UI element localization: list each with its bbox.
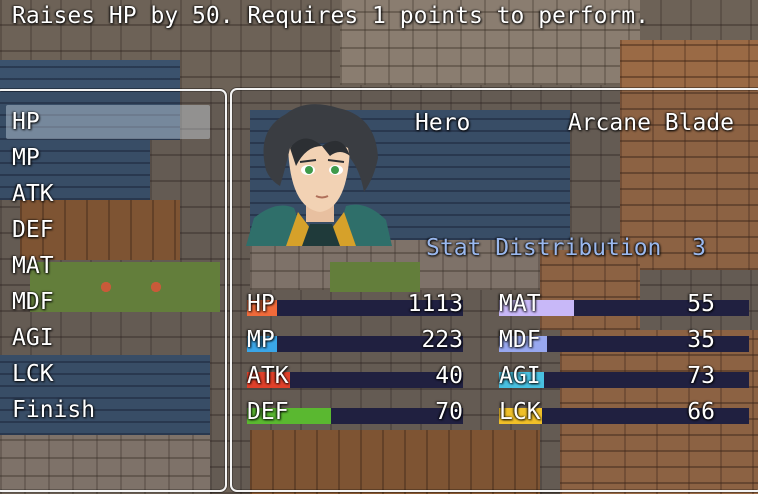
stat-label: MAT: [499, 291, 541, 317]
stat-label: MDF: [499, 327, 541, 353]
command-hp[interactable]: HP: [6, 105, 210, 139]
command-finish[interactable]: Finish: [6, 393, 210, 427]
stat-distribution-points: 3: [692, 235, 706, 261]
command-mat[interactable]: MAT: [6, 249, 210, 283]
command-label: Finish: [12, 397, 96, 423]
command-label: MP: [12, 145, 40, 171]
stat-gauge-mat: MAT 55: [499, 288, 749, 322]
stat-value: 55: [687, 291, 715, 317]
command-def[interactable]: DEF: [6, 213, 210, 247]
stat-label: HP: [247, 291, 275, 317]
stat-gauge-mp: MP 223: [247, 324, 463, 358]
command-label: MAT: [12, 253, 54, 279]
stat-label: ATK: [247, 363, 289, 389]
stat-gauge-agi: AGI 73: [499, 360, 749, 394]
command-label: ATK: [12, 181, 54, 207]
command-label: MDF: [12, 289, 54, 315]
stat-value: 40: [435, 363, 463, 389]
command-atk[interactable]: ATK: [6, 177, 210, 211]
hero-face-portrait-icon: [246, 100, 392, 246]
stat-label: LCK: [499, 399, 541, 425]
stat-gauge-hp: HP 1113: [247, 288, 463, 322]
stat-label: MP: [247, 327, 275, 353]
stat-label: AGI: [499, 363, 541, 389]
command-mdf[interactable]: MDF: [6, 285, 210, 319]
stat-label: DEF: [247, 399, 289, 425]
stat-value: 223: [421, 327, 463, 353]
command-label: LCK: [12, 361, 54, 387]
stat-gauge-mdf: MDF 35: [499, 324, 749, 358]
stat-value: 70: [435, 399, 463, 425]
stat-command-list: HP MP ATK DEF MAT MDF AGI LCK Finish: [0, 0, 240, 423]
command-label: DEF: [12, 217, 54, 243]
portrait-graphic: [246, 104, 392, 246]
stat-distribution-label: Stat Distribution: [426, 235, 662, 261]
stat-value: 35: [687, 327, 715, 353]
stat-value: 1113: [407, 291, 463, 317]
actor-name: Hero: [415, 110, 471, 136]
stat-gauge-lck: LCK 66: [499, 396, 749, 430]
stat-value: 66: [687, 399, 715, 425]
stat-gauge-atk: ATK 40: [247, 360, 463, 394]
stat-gauge-def: DEF 70: [247, 396, 463, 430]
stat-value: 73: [687, 363, 715, 389]
actor-class: Arcane Blade: [567, 110, 734, 136]
command-label: AGI: [12, 325, 54, 351]
command-agi[interactable]: AGI: [6, 321, 210, 355]
command-mp[interactable]: MP: [6, 141, 210, 175]
command-lck[interactable]: LCK: [6, 357, 210, 391]
command-label: HP: [12, 109, 40, 135]
